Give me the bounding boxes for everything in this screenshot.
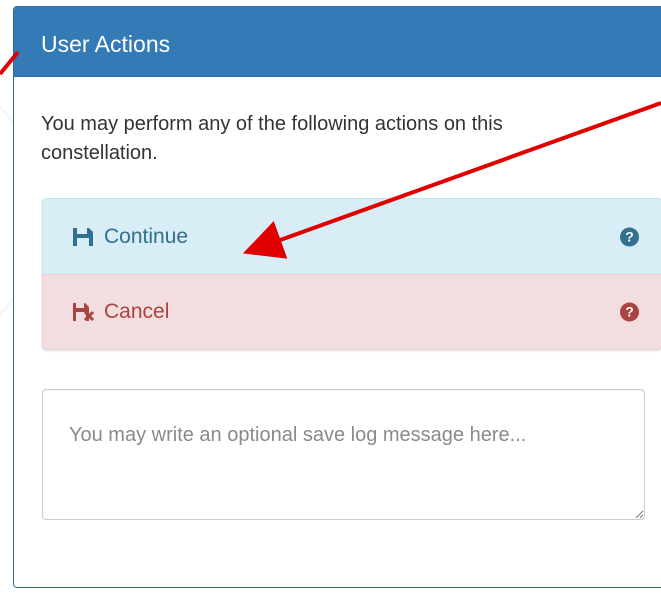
cancel-label: Cancel bbox=[104, 300, 170, 323]
intro-text: You may perform any of the following act… bbox=[41, 113, 503, 164]
log-message-input[interactable] bbox=[42, 389, 645, 520]
save-cancel-icon bbox=[70, 301, 96, 323]
panel-heading: User Actions bbox=[14, 7, 661, 77]
question-circle-icon[interactable]: ? bbox=[620, 302, 639, 322]
page: User Actions You may perform any of the … bbox=[0, 0, 661, 593]
user-actions-panel: User Actions You may perform any of the … bbox=[13, 6, 661, 588]
continue-label: Continue bbox=[104, 224, 189, 248]
log-message-wrapper bbox=[42, 389, 645, 520]
save-icon bbox=[70, 226, 96, 248]
panel-title: User Actions bbox=[41, 31, 171, 57]
continue-button[interactable]: Continue ? bbox=[42, 198, 661, 274]
question-circle-icon[interactable]: ? bbox=[620, 227, 639, 246]
actions-list: Continue ? Cancel ? bbox=[42, 198, 661, 350]
cancel-button[interactable]: Cancel ? bbox=[42, 274, 661, 350]
